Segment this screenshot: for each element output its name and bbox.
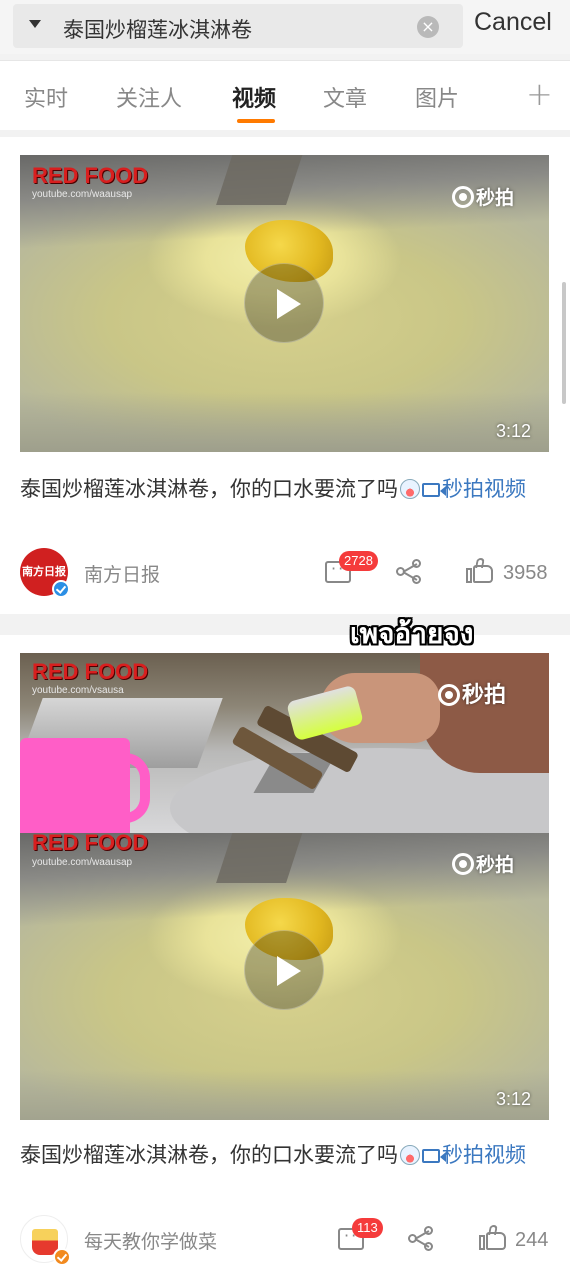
overlay-watermark-text: เพจอ้ายจง xyxy=(350,617,474,650)
like-icon[interactable] xyxy=(479,1225,507,1251)
post-caption[interactable]: 泰国炒榴莲冰淇淋卷，你的口水要流了吗 秒拍视频 xyxy=(20,1141,550,1170)
play-button[interactable] xyxy=(244,930,324,1010)
search-query[interactable]: 泰国炒榴莲冰淇淋卷 xyxy=(63,14,252,44)
miaopai-icon xyxy=(452,853,474,875)
caption-video-link[interactable]: 秒拍视频 xyxy=(442,1143,526,1167)
video-camera-icon xyxy=(422,1149,446,1163)
author-name[interactable]: 每天教你学做菜 xyxy=(84,1227,217,1254)
tab-images[interactable]: 图片 xyxy=(415,81,459,113)
video-watermark: RED FOOD xyxy=(32,163,149,188)
pink-jug-handle xyxy=(110,753,150,823)
clear-search-icon[interactable]: × xyxy=(417,16,439,38)
miaopai-icon xyxy=(438,684,460,706)
video-watermark: RED FOOD xyxy=(32,830,149,855)
video-watermark-url: youtube.com/waausap xyxy=(32,857,133,868)
video-watermark: RED FOOD xyxy=(32,659,149,684)
miaopai-watermark: 秒拍 xyxy=(438,677,506,709)
dropdown-caret-icon[interactable] xyxy=(29,20,41,28)
drool-emoji-icon xyxy=(400,479,420,499)
miaopai-watermark: 秒拍 xyxy=(452,850,514,877)
comment-count-badge: 113 xyxy=(352,1218,383,1238)
search-input[interactable]: 泰国炒榴莲冰淇淋卷 × xyxy=(13,4,463,48)
like-count: 244 xyxy=(515,1229,549,1251)
add-tab-icon[interactable]: + xyxy=(526,75,553,113)
caption-text: 泰国炒榴莲冰淇淋卷，你的口水要流了吗 xyxy=(20,477,398,501)
drool-emoji-icon xyxy=(400,1145,420,1165)
author-name[interactable]: 南方日报 xyxy=(84,560,160,587)
miaopai-watermark: 秒拍 xyxy=(452,183,514,210)
comment-count-badge: 2728 xyxy=(339,551,378,571)
video-watermark-url: youtube.com/vsausa xyxy=(32,685,124,696)
spatula-shape xyxy=(216,155,304,205)
share-icon[interactable] xyxy=(396,559,424,585)
verified-badge-icon xyxy=(52,580,70,598)
miaopai-label: 秒拍 xyxy=(462,683,507,708)
video-thumbnail[interactable]: RED FOOD youtube.com/vsausa 秒拍 RED FOOD … xyxy=(20,653,549,1120)
tab-people[interactable]: 关注人 xyxy=(116,81,182,113)
miaopai-label: 秒拍 xyxy=(476,187,515,209)
search-bar: 泰国炒榴莲冰淇淋卷 × Cancel xyxy=(0,0,570,54)
play-button[interactable] xyxy=(244,263,324,343)
video-watermark-url: youtube.com/waausap xyxy=(32,189,133,200)
like-count: 3958 xyxy=(503,562,548,584)
avatar[interactable] xyxy=(20,1215,71,1266)
share-icon[interactable] xyxy=(408,1226,436,1252)
post-caption[interactable]: 泰国炒榴莲冰淇淋卷，你的口水要流了吗 秒拍视频 xyxy=(20,475,550,504)
tab-video[interactable]: 视频 xyxy=(232,81,276,113)
scrollbar[interactable] xyxy=(562,282,566,404)
video-thumbnail[interactable]: RED FOOD youtube.com/waausap 秒拍 3:12 xyxy=(20,155,549,452)
video-post: RED FOOD youtube.com/vsausa 秒拍 RED FOOD … xyxy=(0,635,570,1280)
like-icon[interactable] xyxy=(466,558,494,584)
video-duration: 3:12 xyxy=(496,1089,532,1109)
miaopai-icon xyxy=(452,186,474,208)
avatar-logo-text: 南方日报 xyxy=(22,565,66,578)
tab-bar: 实时 关注人 视频 文章 图片 + xyxy=(0,60,570,130)
video-duration: 3:12 xyxy=(496,421,532,441)
avatar[interactable]: 南方日报 xyxy=(20,548,70,598)
caption-text: 泰国炒榴莲冰淇淋卷，你的口水要流了吗 xyxy=(20,1143,398,1167)
spatula-shape xyxy=(216,833,304,883)
verified-badge-icon xyxy=(53,1248,71,1266)
tab-realtime[interactable]: 实时 xyxy=(24,81,68,113)
active-tab-indicator xyxy=(237,119,275,123)
tab-articles[interactable]: 文章 xyxy=(323,81,367,113)
miaopai-label: 秒拍 xyxy=(476,854,515,876)
cancel-button[interactable]: Cancel xyxy=(474,8,552,37)
caption-video-link[interactable]: 秒拍视频 xyxy=(442,477,526,501)
video-post: RED FOOD youtube.com/waausap 秒拍 3:12 泰国炒… xyxy=(0,137,570,614)
video-camera-icon xyxy=(422,483,446,497)
